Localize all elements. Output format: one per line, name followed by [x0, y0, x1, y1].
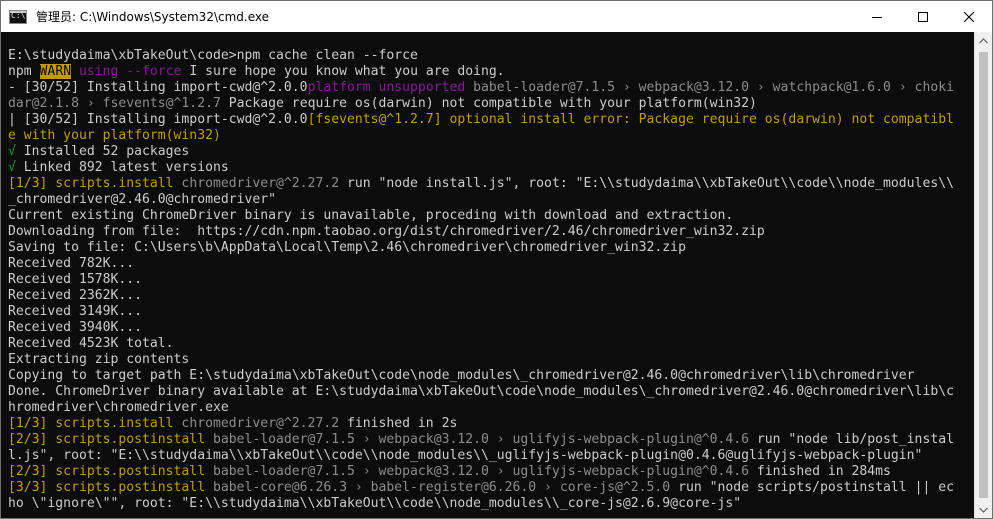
console-segment: Received 782K... — [8, 256, 135, 271]
cmd-icon[interactable]: C:\ — [9, 9, 27, 24]
console-line: Received 4523K total. — [8, 336, 954, 352]
console-segment: e with your platform(win32) — [8, 128, 221, 143]
console-segment: run "node scripts/postinstall || ec — [670, 480, 954, 495]
console-segment: run "node install.js", root: "E:\\studyd… — [339, 176, 954, 191]
console-segment: Copying to target path E:\studydaima\xbT… — [8, 368, 915, 383]
console-segment: Linked 892 latest versions — [15, 160, 229, 175]
console-segment: run "node lib/post_instal — [749, 432, 954, 447]
console-text: E:\studydaima\xbTakeOut\code>npm cache c… — [8, 48, 954, 512]
console-segment: Received 3940K... — [8, 320, 143, 335]
console-line: [2/3] scripts.postinstall babel-loader@7… — [8, 464, 954, 480]
console-segment: finished in 2s — [339, 416, 458, 431]
scroll-down-arrow-icon — [979, 507, 988, 513]
console-segment: Downloading from file: https://cdn.npm.t… — [8, 224, 765, 239]
console-segment — [71, 64, 79, 79]
console-segment: E:\studydaima\xbTakeOut\code>npm cache c… — [8, 48, 418, 63]
cmd-window: C:\ 管理员: C:\Windows\System32\cmd.exe E:\… — [0, 0, 993, 519]
console-segment: hromedriver\chromedriver.exe — [8, 400, 229, 415]
console-line: Received 2362K... — [8, 288, 954, 304]
minimize-icon — [872, 16, 882, 18]
console-segment: Extracting zip contents — [8, 352, 190, 367]
console-segment: dar@2.1.8 › fsevents@^1.2.7 — [8, 96, 221, 111]
console-line: dar@2.1.8 › fsevents@^1.2.7 Package requ… — [8, 96, 954, 112]
console-segment: babel-core@6.26.3 › babel-register@6.26.… — [205, 480, 671, 495]
console-segment: babel-loader@7.1.5 › webpack@3.12.0 › wa… — [465, 80, 954, 95]
console-line: ho \"ignore\"", root: "E:\\studydaima\\x… — [8, 496, 954, 512]
console-segment: Current existing ChromeDriver binary is … — [8, 208, 734, 223]
console-segment: ho \"ignore\"", root: "E:\\studydaima\\x… — [8, 496, 742, 511]
console-line: Received 3149K... — [8, 304, 954, 320]
console-line: Done. ChromeDriver binary available at E… — [8, 384, 954, 400]
maximize-icon — [918, 11, 928, 22]
console-segment: chromedriver@^2.27.2 — [173, 416, 340, 431]
console-line: √ Linked 892 latest versions — [8, 160, 954, 176]
console-line: Extracting zip contents — [8, 352, 954, 368]
console-segment: [1/3] scripts.install — [8, 176, 174, 191]
console-segment: finished in 284ms — [749, 464, 891, 479]
console-segment: Done. ChromeDriver binary available at E… — [8, 384, 954, 399]
console-segment: I sure hope you know what you are doing. — [181, 64, 505, 79]
console-segment: Received 3149K... — [8, 304, 143, 319]
window-title: 管理员: C:\Windows\System32\cmd.exe — [36, 10, 269, 24]
console-segment: [3/3] scripts.postinstall — [8, 480, 206, 495]
console-line: √ Installed 52 packages — [8, 144, 954, 160]
scroll-up-arrow-icon — [979, 37, 988, 43]
console-segment: chromedriver@^2.27.2 — [173, 176, 340, 191]
console-segment: babel-loader@7.1.5 › webpack@3.12.0 › ug… — [205, 432, 750, 447]
console-line: E:\studydaima\xbTakeOut\code>npm cache c… — [8, 48, 954, 64]
console-output[interactable]: E:\studydaima\xbTakeOut\code>npm cache c… — [1, 32, 974, 518]
console-segment: Received 1578K... — [8, 272, 143, 287]
console-line: Current existing ChromeDriver binary is … — [8, 208, 954, 224]
console-line: Received 3940K... — [8, 320, 954, 336]
console-segment: using --force — [78, 64, 182, 79]
maximize-button[interactable] — [900, 1, 946, 32]
console-segment: [fsevents@^1.2.7] optional install error… — [307, 112, 954, 127]
console-segment: platform unsupported — [307, 80, 466, 95]
console-line: [2/3] scripts.postinstall babel-loader@7… — [8, 432, 954, 448]
console-line: [1/3] scripts.install chromedriver@^2.27… — [8, 176, 954, 192]
console-line: [3/3] scripts.postinstall babel-core@6.2… — [8, 480, 954, 496]
scrollbar-thumb[interactable] — [979, 52, 988, 498]
console-segment: √ — [8, 144, 16, 159]
scroll-up-button[interactable] — [975, 32, 992, 49]
console-segment: Installed 52 packages — [15, 144, 190, 159]
caption-buttons — [854, 1, 992, 32]
console-segment: - [30/52] Installing import-cwd@^2.0.0 — [8, 80, 308, 95]
console-segment: [1/3] scripts.install — [8, 416, 174, 431]
console-segment: l.js", root: "E:\\studydaima\\xbTakeOut\… — [8, 448, 923, 463]
console-line: _chromedriver@2.46.0@chromedriver" — [8, 192, 954, 208]
close-icon — [964, 11, 974, 22]
console-line: Received 1578K... — [8, 272, 954, 288]
title-bar[interactable]: C:\ 管理员: C:\Windows\System32\cmd.exe — [1, 1, 992, 32]
vertical-scrollbar[interactable] — [974, 32, 992, 518]
console-segment: √ — [8, 160, 16, 175]
console-segment: [2/3] scripts.postinstall — [8, 432, 206, 447]
console-segment: npm — [8, 64, 40, 79]
console-line: l.js", root: "E:\\studydaima\\xbTakeOut\… — [8, 448, 954, 464]
console-segment: Package require os(darwin) not compatibl… — [220, 96, 757, 111]
console-segment: | [30/52] Installing import-cwd@^2.0.0 — [8, 112, 308, 127]
console-line: Received 782K... — [8, 256, 954, 272]
console-segment: Saving to file: C:\Users\b\AppData\Local… — [8, 240, 686, 255]
console-line: | [30/52] Installing import-cwd@^2.0.0[f… — [8, 112, 954, 128]
console-line: npm WARN using --force I sure hope you k… — [8, 64, 954, 80]
console-line: Downloading from file: https://cdn.npm.t… — [8, 224, 954, 240]
console-line: Saving to file: C:\Users\b\AppData\Local… — [8, 240, 954, 256]
console-segment: Received 4523K total. — [8, 336, 174, 351]
console-segment: Received 2362K... — [8, 288, 143, 303]
console-segment: [2/3] scripts.postinstall — [8, 464, 206, 479]
scroll-down-button[interactable] — [975, 501, 992, 518]
console-segment: babel-loader@7.1.5 › webpack@3.12.0 › ug… — [205, 464, 750, 479]
close-button[interactable] — [946, 1, 992, 32]
minimize-button[interactable] — [854, 1, 900, 32]
console-line: - [30/52] Installing import-cwd@^2.0.0pl… — [8, 80, 954, 96]
console-line: Copying to target path E:\studydaima\xbT… — [8, 368, 954, 384]
console-line: [1/3] scripts.install chromedriver@^2.27… — [8, 416, 954, 432]
warn-badge: WARN — [39, 64, 72, 79]
console-line: hromedriver\chromedriver.exe — [8, 400, 954, 416]
console-segment: _chromedriver@2.46.0@chromedriver" — [8, 192, 277, 207]
console-line: e with your platform(win32) — [8, 128, 954, 144]
